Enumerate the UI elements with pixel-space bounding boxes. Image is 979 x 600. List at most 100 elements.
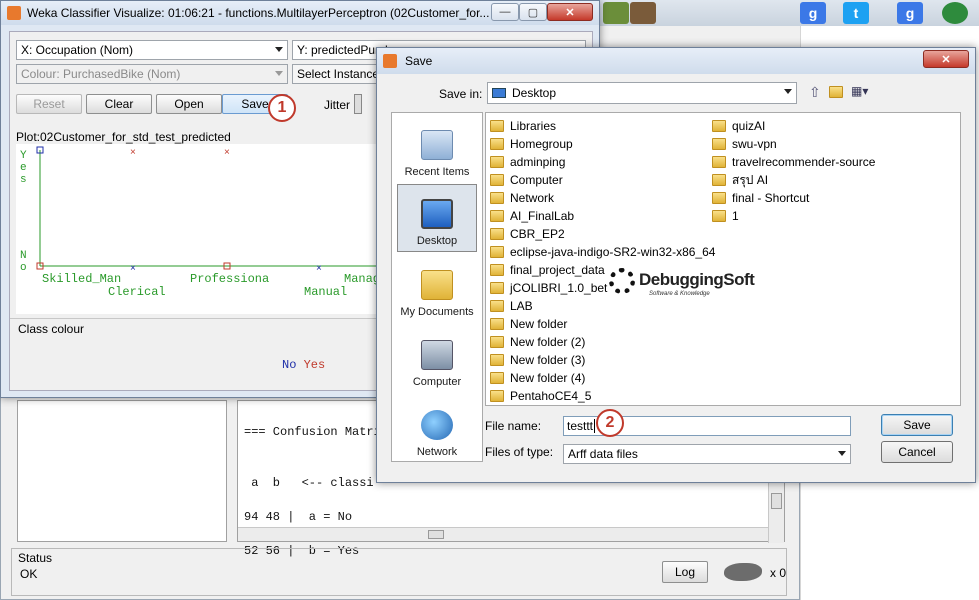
file-item-label: New folder (3): [510, 353, 586, 367]
place-label: Network: [416, 446, 458, 458]
horizontal-scrollbar[interactable]: [238, 527, 768, 541]
save-dialog-titlebar: Save: [377, 48, 975, 74]
minimize-button[interactable]: —: [491, 3, 519, 21]
file-item[interactable]: eclipse-java-indigo-SR2-win32-x86_64: [490, 243, 715, 261]
file-list[interactable]: Libraries Homegroup adminping Computer Netwo…: [485, 112, 961, 406]
file-item[interactable]: Libraries: [490, 117, 556, 135]
watermark-tagline: Software & Knowledge: [649, 291, 710, 297]
window-title: Weka Classifier Visualize: 01:06:21 - fu…: [27, 6, 490, 20]
scroll-thumb[interactable]: [428, 530, 444, 539]
file-item[interactable]: CBR_EP2: [490, 225, 565, 243]
dialog-save-button[interactable]: Save: [881, 414, 953, 436]
file-item[interactable]: New folder (4): [490, 369, 585, 387]
file-item[interactable]: travelrecommender-source: [712, 153, 875, 171]
weka-bird-icon: [724, 563, 762, 581]
output-line: a b <-- classi: [244, 476, 374, 490]
folder-icon: [712, 192, 726, 204]
file-item[interactable]: LAB: [490, 297, 533, 315]
folder-icon: [490, 336, 504, 348]
twitter-icon[interactable]: t: [843, 2, 869, 24]
file-item[interactable]: AI_FinalLab: [490, 207, 574, 225]
folder-icon: [490, 318, 504, 330]
output-line: 94 48 | a = No: [244, 510, 353, 524]
file-item[interactable]: final_project_data: [490, 261, 605, 279]
files-of-type-select[interactable]: Arff data files: [563, 444, 851, 464]
file-item[interactable]: quizAI: [712, 117, 765, 135]
class-colour-label: Class colour: [18, 322, 85, 336]
file-item-label: 1: [732, 209, 739, 223]
close-button[interactable]: ✕: [923, 50, 969, 68]
gear-icon: [609, 268, 635, 294]
folder-icon: [490, 156, 504, 168]
x-axis-select[interactable]: X: Occupation (Nom): [16, 40, 288, 60]
place-label: Computer: [412, 376, 462, 388]
file-item-label: สรุป AI: [732, 172, 769, 187]
google-icon[interactable]: g: [897, 2, 923, 24]
view-menu-icon[interactable]: ▦▾: [851, 84, 875, 102]
my-documents-icon: [421, 270, 453, 300]
open-button[interactable]: Open: [156, 94, 222, 114]
file-item[interactable]: Homegroup: [490, 135, 573, 153]
computer-icon: [421, 340, 453, 370]
folder-icon: [490, 372, 504, 384]
watermark-name: DebuggingSoft: [639, 270, 755, 289]
legend-no[interactable]: No: [282, 358, 296, 372]
debuggingsoft-watermark: DebuggingSoft Software & Knowledge: [609, 264, 755, 304]
file-item[interactable]: สรุป AI: [712, 171, 768, 189]
browser-tab-icon[interactable]: [630, 2, 656, 24]
x-category: Manag: [344, 272, 381, 286]
desktop-icon: [421, 199, 453, 229]
save-in-select[interactable]: Desktop: [487, 82, 797, 104]
dialog-title: Save: [405, 54, 433, 68]
legend-yes[interactable]: Yes: [304, 358, 326, 372]
select-instance-value: Select Instance: [297, 67, 380, 81]
file-item-label: New folder (4): [510, 371, 586, 385]
place-desktop[interactable]: Desktop: [397, 184, 477, 252]
place-label: Recent Items: [404, 166, 470, 178]
files-of-type-label: Files of type:: [485, 445, 554, 459]
result-list[interactable]: [17, 400, 227, 542]
dialog-cancel-button[interactable]: Cancel: [881, 441, 953, 463]
wordpress-icon[interactable]: [942, 2, 968, 24]
file-item-label: Network: [510, 191, 555, 205]
file-item[interactable]: 1: [712, 207, 739, 225]
folder-icon: [712, 156, 726, 168]
file-item[interactable]: Network: [490, 189, 554, 207]
file-item-label: New folder: [510, 317, 568, 331]
log-button[interactable]: Log: [662, 561, 708, 583]
google-icon[interactable]: g: [800, 2, 826, 24]
up-folder-icon[interactable]: ⇧: [809, 84, 825, 102]
plot-point: ×: [316, 263, 322, 274]
file-item[interactable]: swu-vpn: [712, 135, 777, 153]
file-item[interactable]: Computer: [490, 171, 563, 189]
file-item[interactable]: New folder (3): [490, 351, 585, 369]
colour-value: Colour: PurchasedBike (Nom): [21, 67, 181, 81]
file-item[interactable]: final - Shortcut: [712, 189, 809, 207]
file-item-label: Computer: [510, 173, 563, 187]
colour-select[interactable]: Colour: PurchasedBike (Nom): [16, 64, 288, 84]
clear-button[interactable]: Clear: [86, 94, 152, 114]
java-icon: [7, 6, 21, 20]
file-item[interactable]: jCOLIBRI_1.0_bet: [490, 279, 607, 297]
file-item[interactable]: adminping: [490, 153, 565, 171]
jitter-slider[interactable]: [354, 94, 362, 114]
file-item-label: quizAI: [732, 119, 766, 133]
file-item[interactable]: New folder: [490, 315, 567, 333]
place-computer[interactable]: Computer: [397, 324, 477, 392]
file-item-label: eclipse-java-indigo-SR2-win32-x86_64: [510, 245, 716, 259]
file-item[interactable]: PentahoCE4_5: [490, 387, 591, 405]
scroll-thumb[interactable]: [771, 493, 782, 509]
new-folder-icon[interactable]: [829, 86, 845, 100]
reset-button[interactable]: Reset: [16, 94, 82, 114]
place-my-documents[interactable]: My Documents: [397, 254, 477, 322]
browser-tab-icon[interactable]: [603, 2, 629, 24]
close-button[interactable]: ✕: [547, 3, 593, 21]
desktop-icon: [492, 88, 506, 98]
folder-icon: [712, 210, 726, 222]
file-item[interactable]: New folder (2): [490, 333, 585, 351]
place-network[interactable]: Network: [397, 394, 477, 462]
save-in-value: Desktop: [512, 86, 557, 100]
place-recent-items[interactable]: Recent Items: [397, 114, 477, 182]
folder-icon: [490, 246, 504, 258]
maximize-button[interactable]: ▢: [519, 3, 547, 21]
